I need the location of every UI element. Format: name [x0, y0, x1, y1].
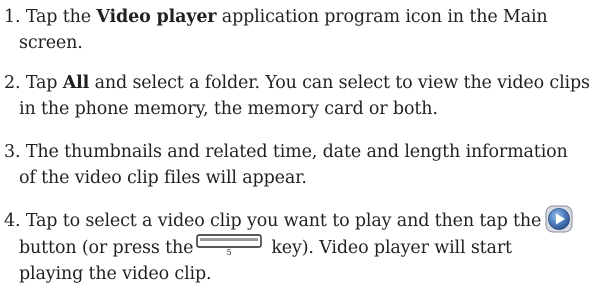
step-2: 2. Tap All and select a folder. You can … [4, 70, 594, 122]
step-3-line-2: of the video clip files will appear. [19, 168, 307, 188]
step-4-line-1: 4. Tap to select a video clip you want t… [4, 205, 594, 234]
step-1-text-post: application program icon in the Main [216, 7, 548, 27]
step-3-line-1: 3. The thumbnails and related time, date… [4, 139, 594, 165]
step-1-app-name: Video player [96, 7, 217, 27]
step-1: 1. Tap the Video player application prog… [4, 4, 594, 56]
step-1-line-2: screen. [19, 33, 83, 53]
step-3-number: 3. [4, 142, 21, 162]
step-4: 4. Tap to select a video clip you want t… [4, 205, 594, 287]
step-2-text-post: and select a folder. You can select to v… [89, 73, 590, 93]
step-2-line-2: in the phone memory, the memory card or … [19, 99, 438, 119]
step-2-number: 2. [4, 73, 21, 93]
step-4-line-2: button (or press the 5 key). Video playe… [4, 234, 594, 261]
step-1-number: 1. [4, 7, 21, 27]
key-5-icon: 5 [196, 234, 268, 257]
step-1-text-pre: Tap the [25, 7, 97, 27]
key-5-label: 5 [227, 248, 232, 256]
step-4-text-post: key). Video player will start [271, 238, 512, 258]
step-4-text: Tap to select a video clip you want to p… [25, 211, 542, 231]
step-2-line-1: 2. Tap All and select a folder. You can … [4, 70, 594, 96]
step-4-line-3: playing the video clip. [19, 264, 212, 284]
step-3-text: The thumbnails and related time, date an… [25, 142, 568, 162]
play-button-icon [545, 205, 573, 233]
step-3: 3. The thumbnails and related time, date… [4, 139, 594, 191]
step-2-folder-label: All [62, 73, 90, 93]
step-4-text-pre: button (or press the [19, 238, 194, 258]
step-2-text-pre: Tap [25, 73, 63, 93]
step-1-line-1: 1. Tap the Video player application prog… [4, 4, 594, 30]
step-4-number: 4. [4, 211, 21, 231]
